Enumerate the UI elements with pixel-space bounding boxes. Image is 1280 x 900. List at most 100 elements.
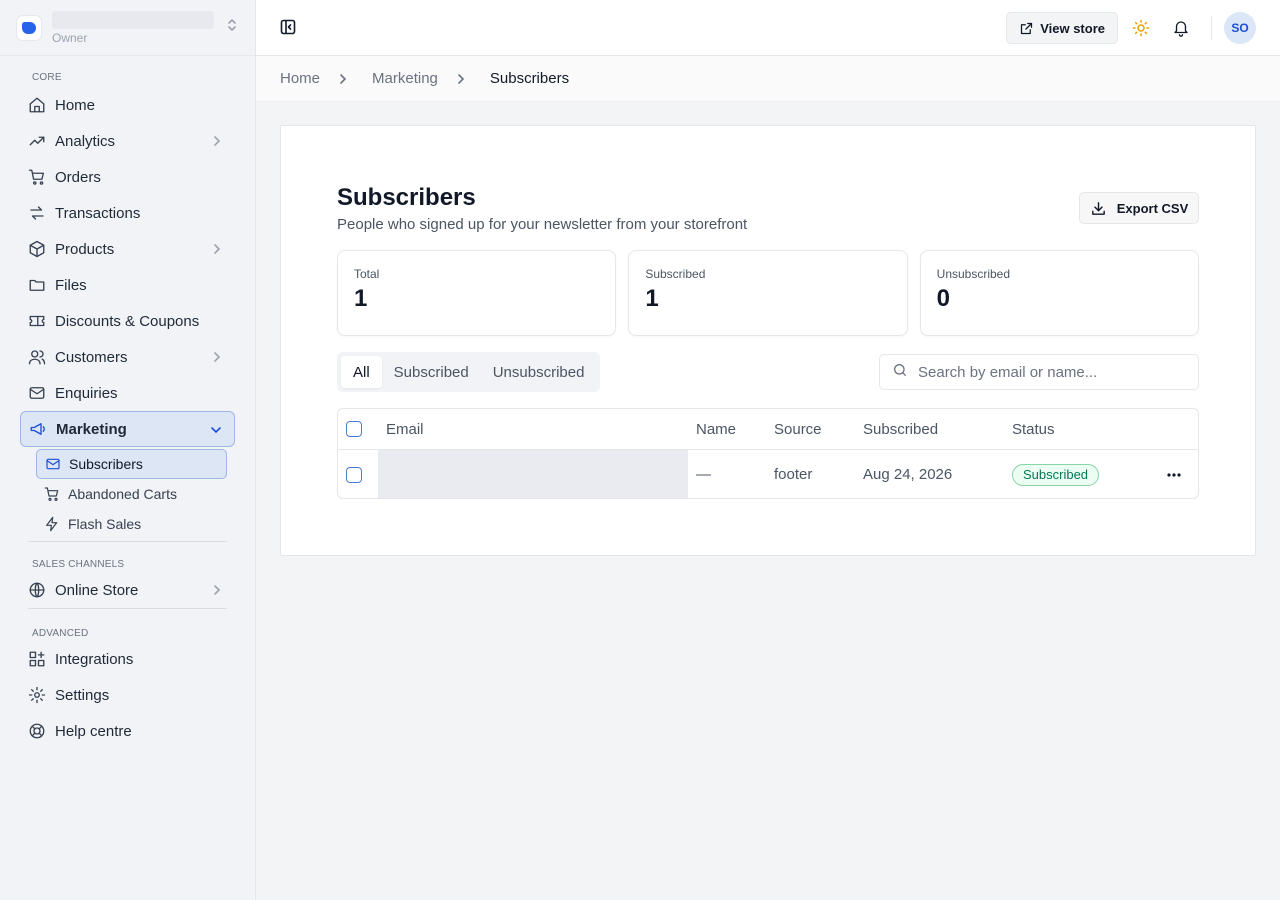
row-source: footer: [774, 466, 813, 483]
search-input[interactable]: [918, 363, 1178, 381]
sidebar-item-label: Discounts & Coupons: [55, 312, 200, 330]
stat-value: 1: [645, 285, 659, 312]
breadcrumb: Home Marketing Subscribers: [256, 56, 1280, 102]
sidebar-subitem-label: Flash Sales: [68, 516, 142, 532]
sidebar-item-label: Analytics: [55, 132, 116, 150]
breadcrumb-marketing[interactable]: Marketing: [372, 70, 438, 87]
sidebar-item-label: Products: [55, 240, 115, 258]
sidebar-item-home[interactable]: Home: [20, 87, 235, 123]
stats-row: Total 1 Subscribed 1 Unsubscribed 0: [337, 250, 1199, 336]
row-name: —: [696, 466, 711, 483]
sidebar-item-online-store[interactable]: Online Store: [20, 572, 235, 608]
breadcrumb-current: Subscribers: [489, 70, 570, 87]
sidebar-item-transactions[interactable]: Transactions: [20, 195, 235, 231]
megaphone-icon: [29, 420, 47, 438]
chevron-right-icon: [211, 134, 223, 151]
home-icon: [28, 96, 46, 114]
ticket-icon: [28, 312, 46, 330]
section-label-sales-channels: SALES CHANNELS: [32, 559, 125, 570]
sidebar-subitem-subscribers[interactable]: Subscribers: [36, 449, 227, 479]
row-status-cell: Subscribed: [1012, 450, 1100, 498]
sidebar-item-label: Marketing: [56, 420, 127, 438]
external-link-icon: [1021, 22, 1033, 34]
store-role: Owner: [52, 30, 88, 45]
more-actions-icon[interactable]: [1166, 450, 1182, 498]
sidebar-item-discounts[interactable]: Discounts & Coupons: [20, 303, 235, 339]
stat-label: Total: [354, 267, 380, 281]
sidebar-item-products[interactable]: Products: [20, 231, 235, 267]
mail-icon: [28, 384, 46, 402]
sidebar-toggle-icon[interactable]: [280, 19, 296, 40]
chevron-right-icon: [456, 73, 466, 85]
breadcrumb-home[interactable]: Home: [280, 70, 320, 87]
sidebar-item-label: Customers: [55, 348, 128, 366]
table-header: Email Name Source Subscribed Status: [338, 409, 1198, 450]
column-header-name[interactable]: Name: [696, 409, 736, 449]
export-csv-button[interactable]: Export CSV: [1079, 192, 1199, 224]
select-all-cell: [346, 409, 362, 449]
table-row[interactable]: — footer Aug 24, 2026 Subscribed: [338, 450, 1198, 498]
sidebar-item-enquiries[interactable]: Enquiries: [20, 375, 235, 411]
row-select-cell: [346, 450, 362, 498]
sidebar-subitem-flash-sales[interactable]: Flash Sales: [36, 509, 255, 539]
sidebar-item-label: Transactions: [55, 204, 141, 222]
subscribers-card: Subscribers People who signed up for you…: [280, 125, 1256, 556]
stat-card-unsubscribed: Unsubscribed 0: [919, 250, 1199, 336]
sidebar-item-marketing[interactable]: Marketing: [20, 411, 235, 447]
search-icon: [892, 362, 908, 383]
chevron-down-icon: [210, 423, 222, 440]
sidebar-item-label: Help centre: [55, 722, 132, 740]
page-subtitle: People who signed up for your newsletter…: [337, 216, 748, 233]
store-switcher[interactable]: Owner: [0, 0, 255, 56]
select-all-checkbox[interactable]: [346, 421, 362, 437]
sidebar-item-orders[interactable]: Orders: [20, 159, 235, 195]
mail-icon: [45, 456, 61, 472]
sidebar: Owner CORE Home Analytics Orders Transac…: [0, 0, 256, 900]
section-label-core: CORE: [32, 72, 62, 83]
sidebar-item-label: Online Store: [55, 581, 139, 599]
tab-unsubscribed[interactable]: Unsubscribed: [481, 356, 597, 388]
gear-icon: [28, 686, 46, 704]
sidebar-item-label: Integrations: [55, 650, 134, 668]
stat-value: 0: [936, 285, 951, 312]
tab-subscribed[interactable]: Subscribed: [382, 356, 481, 388]
sidebar-item-customers[interactable]: Customers: [20, 339, 235, 375]
view-store-button[interactable]: View store: [1006, 12, 1118, 44]
tab-all[interactable]: All: [341, 356, 382, 388]
sidebar-item-analytics[interactable]: Analytics: [20, 123, 235, 159]
column-header-source[interactable]: Source: [774, 409, 822, 449]
sidebar-subitem-label: Abandoned Carts: [68, 486, 177, 502]
column-header-subscribed[interactable]: Subscribed: [863, 409, 938, 449]
page-title: Subscribers: [337, 184, 476, 211]
sidebar-item-integrations[interactable]: Integrations: [20, 641, 235, 677]
sidebar-subitem-abandoned-carts[interactable]: Abandoned Carts: [36, 479, 255, 509]
stat-label: Unsubscribed: [936, 267, 1011, 281]
sun-icon[interactable]: [1132, 19, 1150, 42]
cart-icon: [28, 168, 46, 186]
export-csv-label: Export CSV: [1116, 200, 1189, 216]
globe-icon: [28, 581, 46, 599]
row-email: [378, 450, 688, 498]
avatar[interactable]: SO: [1224, 12, 1256, 44]
chevron-right-icon: [211, 242, 223, 259]
sidebar-subitem-label: Subscribers: [69, 456, 143, 472]
sidebar-item-files[interactable]: Files: [20, 267, 235, 303]
cart-icon: [44, 486, 60, 502]
row-checkbox[interactable]: [346, 466, 362, 483]
chevron-right-icon: [211, 583, 223, 600]
subscribers-table: Email Name Source Subscribed Status — fo…: [337, 408, 1199, 499]
chevron-up-down-icon: [225, 17, 239, 38]
sidebar-item-settings[interactable]: Settings: [20, 677, 235, 713]
view-store-label: View store: [1040, 20, 1105, 36]
sidebar-item-help[interactable]: Help centre: [20, 713, 235, 749]
column-header-email[interactable]: Email: [386, 409, 424, 449]
chevron-right-icon: [338, 73, 348, 85]
lightning-icon: [44, 516, 60, 532]
chevron-right-icon: [211, 350, 223, 367]
sidebar-item-label: Home: [55, 96, 96, 114]
bell-icon[interactable]: [1172, 19, 1190, 42]
sidebar-item-label: Settings: [55, 686, 110, 704]
sidebar-item-label: Orders: [55, 168, 101, 186]
column-header-status[interactable]: Status: [1012, 409, 1055, 449]
puzzle-icon: [28, 650, 46, 668]
